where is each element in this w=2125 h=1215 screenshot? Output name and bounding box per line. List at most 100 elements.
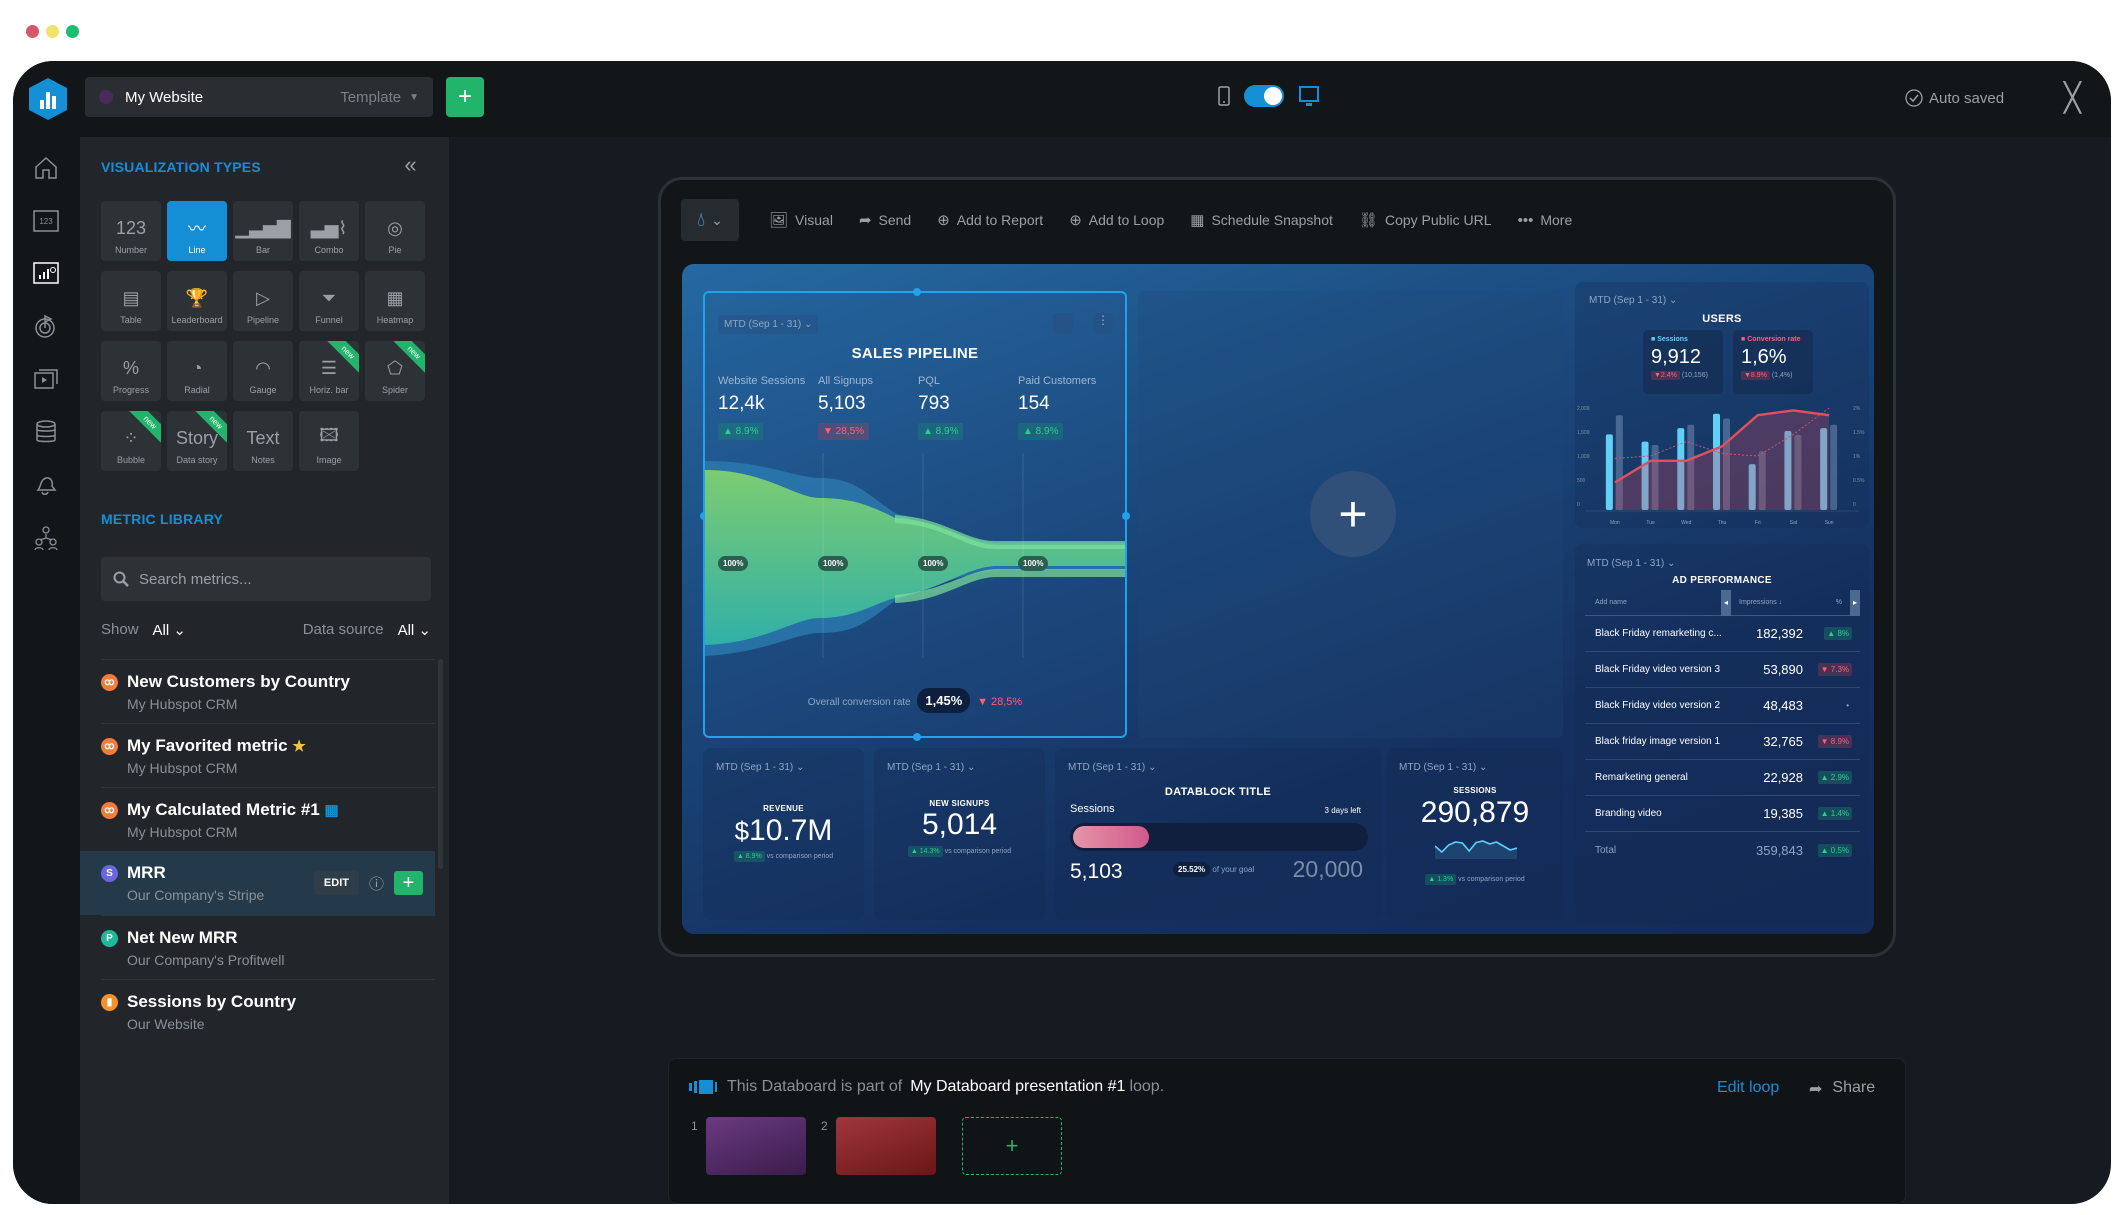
scroll-left-button[interactable]: ◂ (1721, 589, 1731, 616)
schedule-snapshot-button[interactable]: ▦ Schedule Snapshot (1190, 211, 1333, 229)
table-row[interactable]: Remarketing general 22,928 ▲ 2.9% (1585, 760, 1860, 796)
team-icon[interactable] (32, 524, 60, 552)
date-range-dropdown[interactable]: MTD (Sep 1 - 31) ⌄ (1068, 762, 1156, 773)
more-options-icon[interactable]: ⋮ (1093, 313, 1113, 333)
more-button[interactable]: ••• More (1518, 212, 1573, 229)
users-card[interactable]: MTD (Sep 1 - 31) ⌄ USERS ■ Sessions 9,91… (1575, 282, 1869, 528)
close-window-dot[interactable] (26, 25, 39, 38)
viz-type-bar[interactable]: ▁▃▅▇ Bar (233, 201, 293, 261)
viz-type-table[interactable]: ▤ Table (101, 271, 161, 331)
resize-handle-top[interactable] (913, 288, 921, 296)
new-signups-card[interactable]: MTD (Sep 1 - 31) ⌄ NEW SIGNUPS 5,014 ▲ 1… (874, 748, 1045, 920)
desktop-icon[interactable] (1298, 85, 1320, 107)
viz-type-horiz-bar[interactable]: ☰ Horiz. bar new (299, 341, 359, 401)
revenue-card[interactable]: MTD (Sep 1 - 31) ⌄ REVENUE $10.7M ▲ 8.9%… (703, 748, 864, 920)
loop-name[interactable]: My Databoard presentation #1 (910, 1078, 1125, 1096)
loop-slide-thumbnail-1[interactable] (706, 1117, 806, 1175)
table-row[interactable]: Black friday image version 1 32,765 ▼ 8.… (1585, 724, 1860, 760)
close-icon[interactable]: ╳ (2064, 81, 2081, 114)
edit-metric-button[interactable]: EDIT (313, 871, 359, 895)
viz-type-image[interactable]: 🖾 Image (299, 411, 359, 471)
viz-type-combo[interactable]: ▃▅⌇ Combo (299, 201, 359, 261)
datasources-icon[interactable] (32, 418, 60, 446)
column-header[interactable]: Add name (1585, 599, 1731, 606)
column-header[interactable]: % (1811, 599, 1850, 606)
viz-type-line[interactable]: 〰 Line (167, 201, 227, 261)
viz-type-pipeline[interactable]: ▷ Pipeline (233, 271, 293, 331)
metric-search-input[interactable]: Search metrics... (101, 557, 431, 601)
table-row[interactable]: Branding video 19,385 ▲ 1.4% (1585, 796, 1860, 832)
databoard-selector[interactable]: My Website Template ▼ (85, 77, 433, 117)
send-label: Send (878, 212, 912, 228)
numbers-icon[interactable]: 123 (32, 207, 60, 235)
viz-type-heatmap[interactable]: ▦ Heatmap (365, 271, 425, 331)
loop-slide-thumbnail-2[interactable] (836, 1117, 936, 1175)
add-databoard-button[interactable]: + (446, 77, 484, 117)
theme-dropdown[interactable]: 💧︎ ⌄ (681, 199, 739, 241)
viz-type-spider[interactable]: ⬠ Spider new (365, 341, 425, 401)
metric-list-item[interactable]: P Net New MRR Our Company's Profitwell (101, 915, 435, 979)
viz-type-gauge[interactable]: ◠ Gauge (233, 341, 293, 401)
metric-list-item[interactable]: ▮ Sessions by Country Our Website (101, 979, 435, 1043)
template-label: Template (340, 88, 402, 106)
viz-type-funnel[interactable]: ⏷ Funnel (299, 271, 359, 331)
device-toggle[interactable] (1244, 85, 1284, 107)
designer-icon[interactable] (32, 259, 60, 287)
metric-list-item[interactable]: ꝏ My Calculated Metric #1 ▦ My Hubspot C… (101, 787, 435, 851)
resize-handle-bottom[interactable] (913, 733, 921, 741)
column-header[interactable]: Impressions ↓ (1731, 599, 1811, 606)
heatmap-icon: ▦ (386, 287, 404, 308)
home-icon[interactable] (32, 154, 60, 182)
viz-type-notes[interactable]: Text Notes (233, 411, 293, 471)
alerts-icon[interactable] (32, 471, 60, 499)
edit-loop-link[interactable]: Edit loop (1717, 1079, 1779, 1097)
date-range-dropdown[interactable]: MTD (Sep 1 - 31) ⌄ (1589, 295, 1677, 306)
table-row[interactable]: Black Friday remarketing c... 182,392 ▲ … (1585, 616, 1860, 652)
sessions-card[interactable]: MTD (Sep 1 - 31) ⌄ SESSIONS 290,879 ▲ 1.… (1387, 748, 1563, 920)
mobile-icon[interactable] (1218, 86, 1230, 106)
date-range-dropdown[interactable]: MTD (Sep 1 - 31) ⌄ (887, 762, 975, 773)
sales-pipeline-card[interactable]: MTD (Sep 1 - 31) ⌄ ⋮ SALES PIPELINE Over… (700, 288, 1130, 741)
viz-type-bubble[interactable]: ⁘ Bubble new (101, 411, 161, 471)
viz-type-pie[interactable]: ◎ Pie (365, 201, 425, 261)
data-source-dropdown[interactable]: All ⌄ (398, 621, 431, 639)
goals-icon[interactable] (32, 312, 60, 340)
share-button[interactable]: ➦ Share (1809, 1079, 1875, 1099)
viz-type-progress[interactable]: % Progress (101, 341, 161, 401)
metric-list-item[interactable]: S MRR Our Company's Stripe EDIT ⓘ + (80, 851, 435, 915)
table-row[interactable]: Black Friday video version 2 48,483 • (1585, 688, 1860, 724)
viz-type-data-story[interactable]: Story Data story new (167, 411, 227, 471)
info-icon[interactable]: ⓘ (369, 873, 384, 894)
add-to-report-button[interactable]: ⊕ Add to Report (937, 211, 1043, 229)
copy-public-url-button[interactable]: ⛓ Copy Public URL (1359, 211, 1492, 229)
ad-performance-card[interactable]: MTD (Sep 1 - 31) ⌄ AD PERFORMANCE Add na… (1575, 544, 1869, 924)
date-range-dropdown[interactable]: MTD (Sep 1 - 31) ⌄ (1399, 762, 1487, 773)
collapse-panel-button[interactable]: « (382, 137, 439, 193)
send-icon: ➦ (858, 212, 872, 229)
loops-icon[interactable] (32, 365, 60, 393)
viz-type-leaderboard[interactable]: 🏆 Leaderboard (167, 271, 227, 331)
scroll-right-button[interactable]: ▸ (1850, 589, 1860, 616)
table-row[interactable]: Black Friday video version 3 53,890 ▼ 7.… (1585, 652, 1860, 688)
date-range-dropdown[interactable]: MTD (Sep 1 - 31) ⌄ (718, 315, 819, 334)
chart-type-icon[interactable] (1053, 313, 1073, 333)
databox-logo-icon[interactable] (29, 78, 67, 120)
metric-list-scrollbar[interactable] (438, 659, 443, 869)
add-widget-button[interactable]: + (1310, 471, 1396, 557)
minimize-window-dot[interactable] (46, 25, 59, 38)
metric-list-item[interactable]: ꝏ New Customers by Country My Hubspot CR… (101, 659, 435, 723)
show-filter-dropdown[interactable]: All ⌄ (153, 621, 186, 639)
goal-progress-card[interactable]: MTD (Sep 1 - 31) ⌄ DATABLOCK TITLE Sessi… (1055, 748, 1381, 920)
add-metric-button[interactable]: + (394, 871, 423, 895)
metric-list-item[interactable]: ꝏ My Favorited metric ★ My Hubspot CRM (101, 723, 435, 787)
send-button[interactable]: ➦ Send (859, 211, 911, 229)
visual-button[interactable]: 🖼 Visual (769, 211, 833, 229)
add-slide-button[interactable]: + (962, 1117, 1062, 1175)
viz-type-number[interactable]: 123 Number (101, 201, 161, 261)
viz-type-radial[interactable]: ◔ Radial (167, 341, 227, 401)
date-range-dropdown[interactable]: MTD (Sep 1 - 31) ⌄ (716, 762, 804, 773)
maximize-window-dot[interactable] (66, 25, 79, 38)
date-range-dropdown[interactable]: MTD (Sep 1 - 31) ⌄ (1587, 558, 1675, 569)
window-controls (26, 25, 79, 38)
add-to-loop-button[interactable]: ⊕ Add to Loop (1069, 211, 1164, 229)
